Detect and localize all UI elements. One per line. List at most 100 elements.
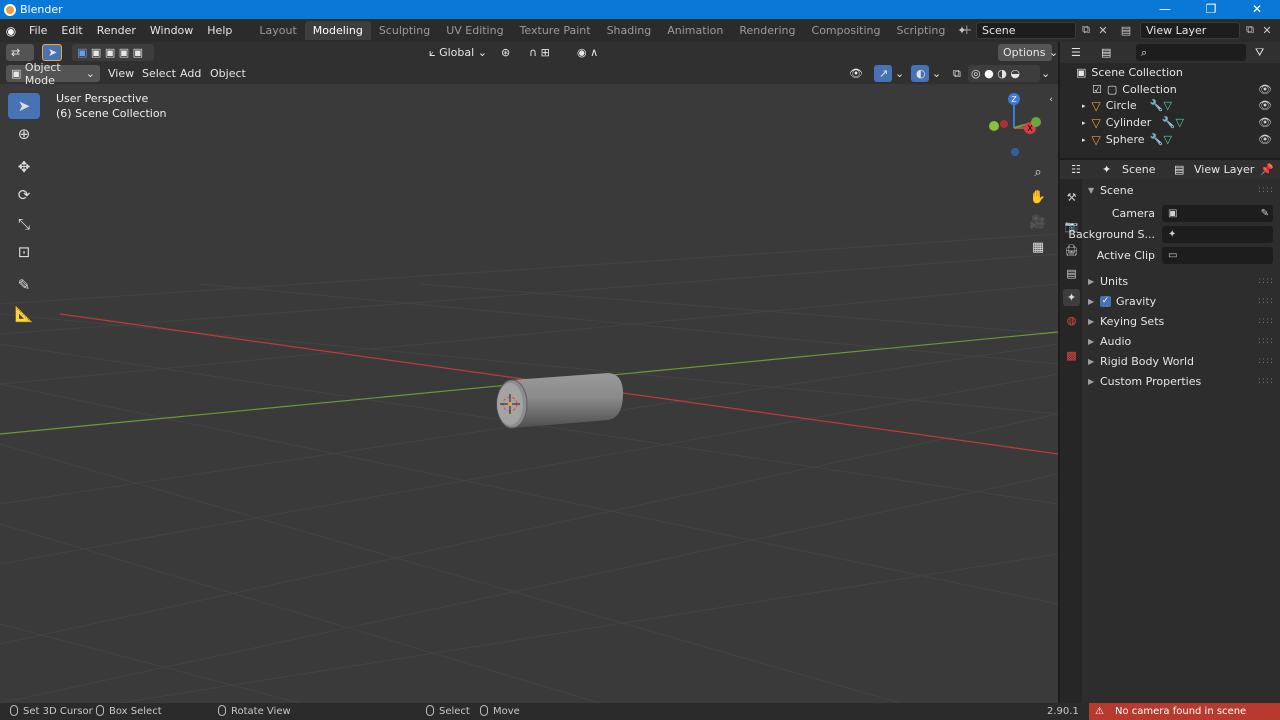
select-tool-button[interactable]: ➤ xyxy=(42,44,62,61)
output-tab-icon[interactable]: 🖨 xyxy=(1063,242,1080,259)
material-shading-icon[interactable]: ◑ xyxy=(997,67,1007,80)
expand-arrow-icon[interactable]: ▸ xyxy=(1082,119,1086,127)
rendered-shading-icon[interactable]: ◒ xyxy=(1010,67,1020,80)
outliner-search-input[interactable]: ⌕ xyxy=(1136,44,1246,61)
editor-type-button[interactable]: ⇄ xyxy=(6,44,34,61)
warning-banner[interactable]: ⚠ No camera found in scene "Scene" xyxy=(1089,703,1280,720)
pivot-point-button[interactable]: ⊛ xyxy=(496,44,522,61)
gravity-checkbox[interactable]: ✓ xyxy=(1100,295,1111,307)
outliner-filter-button[interactable]: ⛛ xyxy=(1250,44,1278,61)
eyedropper-icon[interactable]: ✎ xyxy=(1261,205,1269,222)
scene-collection-row[interactable]: ▣ Scene Collection xyxy=(1076,64,1280,81)
overlays-dropdown-icon[interactable]: ⌄ xyxy=(932,63,941,84)
modifier-wrench-icon[interactable]: 🔧 xyxy=(1150,99,1164,112)
expand-arrow-icon[interactable]: ▸ xyxy=(1082,102,1086,110)
gravity-panel-header[interactable]: ▶ ✓ Gravity :::: xyxy=(1088,292,1274,310)
camera-view-icon[interactable]: 🎥 xyxy=(1028,212,1048,232)
move-tool[interactable]: ✥ xyxy=(8,154,40,180)
options-dropdown[interactable]: Options ⌄ xyxy=(998,44,1058,61)
menu-render[interactable]: Render xyxy=(90,19,143,42)
3d-viewport[interactable]: ➤ ⊕ ✥ ⟳ ⤡ ⊡ ✎ 📐 User Perspective (6) Sce… xyxy=(0,84,1058,703)
delete-view-layer-icon[interactable]: ✕ xyxy=(1259,22,1275,38)
close-button[interactable]: ✕ xyxy=(1234,0,1280,19)
transform-tool[interactable]: ⊡ xyxy=(8,239,40,265)
view-layer-crumb[interactable]: View Layer xyxy=(1194,160,1254,179)
mesh-data-icon[interactable]: ▽ xyxy=(1175,116,1183,129)
tool-tab-icon[interactable]: ⚒ xyxy=(1063,189,1080,206)
tab-layout[interactable]: Layout xyxy=(251,21,304,40)
outliner-object-row[interactable]: ▸ ▽ Cylinder 🔧 ▽ 👁 xyxy=(1082,114,1280,131)
tab-rendering[interactable]: Rendering xyxy=(731,21,803,40)
solid-shading-icon[interactable]: ● xyxy=(984,67,994,80)
tab-animation[interactable]: Animation xyxy=(659,21,731,40)
annotate-tool[interactable]: ✎ xyxy=(8,272,40,298)
select-intersect-icon[interactable]: ▣ xyxy=(133,46,143,59)
tab-shading[interactable]: Shading xyxy=(599,21,660,40)
properties-editor-type-button[interactable]: ☷ xyxy=(1066,161,1092,178)
pin-icon[interactable]: 📌 xyxy=(1260,160,1274,179)
blender-menu-icon[interactable]: ◉ xyxy=(0,19,22,42)
tab-texture-paint[interactable]: Texture Paint xyxy=(512,21,599,40)
drag-handle-icon[interactable]: :::: xyxy=(1258,376,1274,386)
modifier-wrench-icon[interactable]: 🔧 xyxy=(1162,116,1176,129)
select-subtract-icon[interactable]: ▣ xyxy=(105,46,115,59)
snap-button[interactable]: ∩ ⊞ xyxy=(524,44,568,61)
drag-handle-icon[interactable]: :::: xyxy=(1258,296,1274,306)
minimize-button[interactable]: — xyxy=(1142,0,1188,19)
menu-view[interactable]: View xyxy=(108,63,134,84)
drag-handle-icon[interactable]: :::: xyxy=(1258,336,1274,346)
menu-add[interactable]: Add xyxy=(180,63,201,84)
tab-scripting[interactable]: Scripting xyxy=(888,21,953,40)
sidebar-toggle-icon[interactable]: ‹ xyxy=(1046,90,1056,110)
shading-dropdown-icon[interactable]: ⌄ xyxy=(1041,63,1050,84)
drag-handle-icon[interactable]: :::: xyxy=(1258,316,1274,326)
active-clip-field[interactable]: ▭ xyxy=(1162,247,1273,264)
ortho-grid-icon[interactable]: ▦ xyxy=(1028,237,1048,257)
tab-uv-editing[interactable]: UV Editing xyxy=(438,21,511,40)
camera-field[interactable]: ▣ ✎ xyxy=(1162,205,1273,222)
object-mode-dropdown[interactable]: ▣ Object Mode ⌄ xyxy=(6,61,100,87)
background-scene-field[interactable]: ✦ xyxy=(1162,226,1273,243)
outliner-object-row[interactable]: ▸ ▽ Circle 🔧 ▽ 👁 xyxy=(1082,97,1280,114)
outliner-object-row[interactable]: ▸ ▽ Sphere 🔧 ▽ 👁 xyxy=(1082,131,1280,148)
modifier-wrench-icon[interactable]: 🔧 xyxy=(1150,133,1164,146)
xray-toggle-button[interactable]: ⧉ xyxy=(948,65,966,82)
texture-tab-icon[interactable]: ▩ xyxy=(1063,347,1080,364)
menu-select[interactable]: Select xyxy=(142,63,176,84)
eye-icon[interactable]: 👁 xyxy=(1258,116,1272,129)
new-scene-icon[interactable]: ⧉ xyxy=(1078,22,1094,38)
scene-tab-icon[interactable]: ✦ xyxy=(1063,289,1080,306)
units-panel-header[interactable]: ▶ Units :::: xyxy=(1088,272,1274,290)
measure-tool[interactable]: 📐 xyxy=(8,301,40,327)
scale-tool[interactable]: ⤡ xyxy=(8,211,40,237)
overlays-toggle-button[interactable]: ◐ xyxy=(911,65,929,82)
custom-properties-panel-header[interactable]: ▶ Custom Properties :::: xyxy=(1088,372,1274,390)
eye-icon[interactable]: 👁 xyxy=(1258,83,1272,96)
world-tab-icon[interactable]: ◍ xyxy=(1063,312,1080,329)
collection-row[interactable]: ☑ ▢ Collection 👁 xyxy=(1092,81,1280,98)
rigid-body-world-panel-header[interactable]: ▶ Rigid Body World :::: xyxy=(1088,352,1274,370)
select-new-icon[interactable]: ▣ xyxy=(77,46,87,59)
zoom-icon[interactable]: ⌕ xyxy=(1028,162,1048,182)
new-view-layer-icon[interactable]: ⧉ xyxy=(1242,22,1258,38)
select-extend-icon[interactable]: ▣ xyxy=(91,46,101,59)
mesh-data-icon[interactable]: ▽ xyxy=(1163,133,1171,146)
view-layer-tab-icon[interactable]: ▤ xyxy=(1063,265,1080,282)
scene-crumb[interactable]: Scene xyxy=(1122,160,1156,179)
drag-handle-icon[interactable]: :::: xyxy=(1258,356,1274,366)
menu-help[interactable]: Help xyxy=(200,19,239,42)
menu-window[interactable]: Window xyxy=(143,19,200,42)
display-mode-button[interactable]: ▤ xyxy=(1096,44,1122,61)
wireframe-shading-icon[interactable]: ◎ xyxy=(971,67,981,80)
gizmo-dropdown-icon[interactable]: ⌄ xyxy=(895,63,904,84)
cursor-tool[interactable]: ⊕ xyxy=(8,121,40,147)
audio-panel-header[interactable]: ▶ Audio :::: xyxy=(1088,332,1274,350)
proportional-edit-button[interactable]: ◉ ∧ xyxy=(572,44,616,61)
collection-checkbox[interactable]: ☑ xyxy=(1092,83,1102,96)
navigation-gizmo[interactable]: Z X xyxy=(984,88,1044,158)
tab-modeling[interactable]: Modeling xyxy=(304,21,371,40)
cylinder-object[interactable] xyxy=(490,370,630,440)
menu-edit[interactable]: Edit xyxy=(54,19,89,42)
drag-handle-icon[interactable]: :::: xyxy=(1258,185,1274,195)
menu-file[interactable]: File xyxy=(22,19,54,42)
